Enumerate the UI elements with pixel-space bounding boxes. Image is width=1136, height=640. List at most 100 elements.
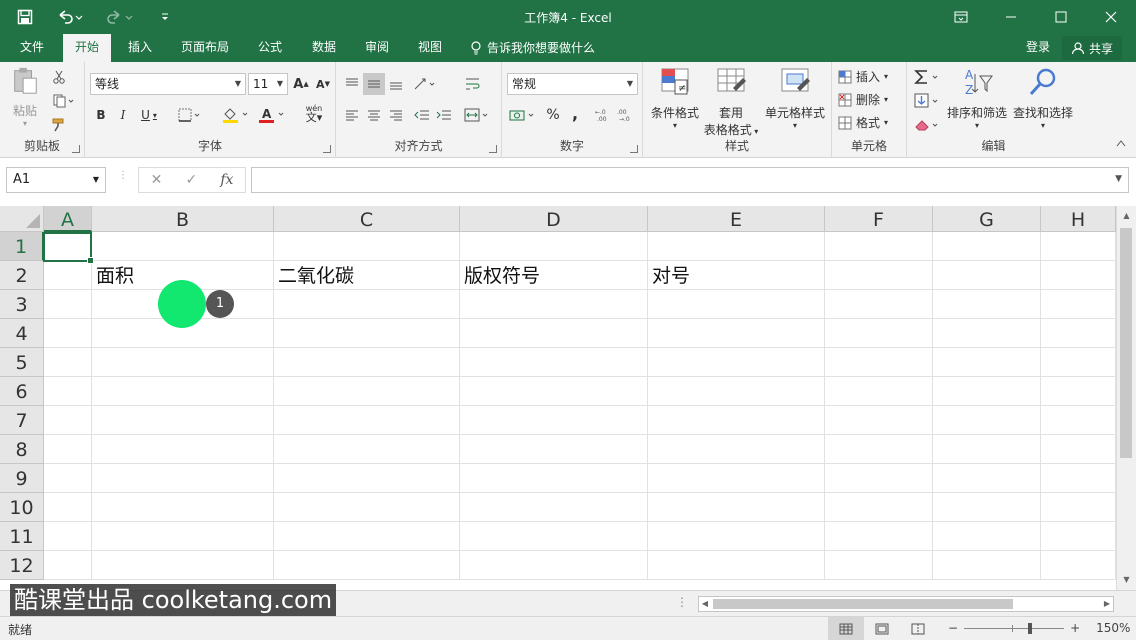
column-header-d[interactable]: D [460, 206, 648, 232]
grid-cell[interactable] [274, 435, 460, 464]
grid-cell[interactable] [933, 290, 1041, 319]
insert-cells-button[interactable]: 插入 ▾ [838, 68, 888, 85]
alignment-launcher[interactable] [489, 145, 497, 153]
fill-color-button[interactable] [219, 104, 253, 126]
cell-styles-button[interactable]: 单元格样式 ▾ [763, 66, 827, 130]
formula-bar-grip[interactable]: ⋮ [118, 171, 128, 181]
grid-cell[interactable] [825, 348, 933, 377]
grid-cell[interactable] [648, 232, 825, 261]
grid-cell[interactable] [44, 435, 92, 464]
row-header-10[interactable]: 10 [0, 493, 44, 522]
grid-cell[interactable] [460, 493, 648, 522]
grid-cell[interactable] [1041, 406, 1116, 435]
grid-cell[interactable] [44, 464, 92, 493]
column-header-e[interactable]: E [648, 206, 825, 232]
tell-me-box[interactable]: 告诉我你想要做什么 [470, 34, 595, 62]
tab-view[interactable]: 视图 [406, 34, 454, 62]
autosum-button[interactable] [912, 66, 944, 88]
page-break-view-button[interactable] [900, 617, 936, 640]
row-header-5[interactable]: 5 [0, 348, 44, 377]
grid-cell[interactable] [933, 261, 1041, 290]
font-size-select[interactable]: 11 ▼ [248, 73, 288, 95]
shrink-font-button[interactable]: A ▼ [312, 73, 334, 95]
conditional-formatting-button[interactable]: ≠ 条件格式 ▾ [647, 66, 703, 130]
row-header-6[interactable]: 6 [0, 377, 44, 406]
tab-page-layout[interactable]: 页面布局 [169, 34, 241, 62]
decrease-indent-button[interactable] [411, 104, 433, 126]
tab-insert[interactable]: 插入 [116, 34, 164, 62]
row-header-7[interactable]: 7 [0, 406, 44, 435]
cut-button[interactable] [48, 66, 70, 88]
font-color-button[interactable]: A [255, 104, 289, 126]
name-box[interactable]: A1 ▼ [6, 167, 106, 193]
fill-button[interactable] [912, 90, 944, 112]
bold-button[interactable]: B [90, 104, 112, 126]
grid-cell[interactable] [274, 319, 460, 348]
format-painter-button[interactable] [48, 114, 70, 136]
grid-cell[interactable] [648, 522, 825, 551]
row-header-4[interactable]: 4 [0, 319, 44, 348]
grow-font-button[interactable]: A ▲ [290, 73, 312, 95]
row-header-2[interactable]: 2 [0, 261, 44, 290]
row-header-12[interactable]: 12 [0, 551, 44, 580]
row-header-3[interactable]: 3 [0, 290, 44, 319]
increase-decimal-button[interactable]: ←.0.00 [592, 104, 614, 126]
grid-cell[interactable] [825, 406, 933, 435]
grid-cell[interactable] [825, 377, 933, 406]
grid-cell[interactable] [92, 522, 274, 551]
grid-cell[interactable] [1041, 464, 1116, 493]
align-left-button[interactable] [341, 104, 363, 126]
zoom-in-button[interactable]: + [1070, 621, 1080, 635]
grid-cell[interactable] [825, 290, 933, 319]
page-layout-view-button[interactable] [864, 617, 900, 640]
grid-cell[interactable] [933, 435, 1041, 464]
cell-c2[interactable]: 二氧化碳 [274, 261, 460, 290]
grid-cell[interactable] [1041, 319, 1116, 348]
grid-cell[interactable] [274, 377, 460, 406]
grid-cell[interactable] [825, 551, 933, 580]
grid-cell[interactable] [92, 493, 274, 522]
expand-formula-bar-icon[interactable]: ▼ [1115, 174, 1122, 184]
grid-cell[interactable] [44, 551, 92, 580]
grid-cell[interactable] [933, 522, 1041, 551]
tab-file[interactable]: 文件 [8, 34, 56, 62]
grid-cell[interactable] [460, 232, 648, 261]
grid-cell[interactable] [460, 435, 648, 464]
grid-cell[interactable] [933, 348, 1041, 377]
grid-cell[interactable] [1041, 261, 1116, 290]
grid-cell[interactable] [274, 232, 460, 261]
grid-cell[interactable] [1041, 551, 1116, 580]
format-cells-button[interactable]: 格式 ▾ [838, 114, 888, 131]
merge-center-button[interactable] [462, 104, 494, 126]
grid-cell[interactable] [44, 522, 92, 551]
grid-cell[interactable] [44, 261, 92, 290]
grid-cell[interactable] [825, 261, 933, 290]
zoom-level[interactable]: 150% [1096, 621, 1130, 635]
column-header-c[interactable]: C [274, 206, 460, 232]
grid-cell[interactable] [1041, 348, 1116, 377]
column-header-b[interactable]: B [92, 206, 274, 232]
grid-cell[interactable] [460, 319, 648, 348]
grid-cell[interactable] [648, 377, 825, 406]
column-header-g[interactable]: G [933, 206, 1041, 232]
grid-cell[interactable] [1041, 435, 1116, 464]
vertical-scroll-thumb[interactable] [1120, 228, 1132, 458]
font-name-select[interactable]: 等线 ▼ [90, 73, 246, 95]
grid-cell[interactable] [92, 464, 274, 493]
grid-cell[interactable] [825, 232, 933, 261]
clipboard-launcher[interactable] [72, 145, 80, 153]
grid-cell[interactable] [44, 348, 92, 377]
grid-cell[interactable] [274, 551, 460, 580]
grid-cell[interactable] [460, 348, 648, 377]
scroll-left-arrow[interactable]: ◀ [699, 597, 711, 611]
cell-d2[interactable]: 版权符号 [460, 261, 648, 290]
column-header-h[interactable]: H [1041, 206, 1116, 232]
grid-cell[interactable] [825, 493, 933, 522]
grid-cell[interactable] [648, 348, 825, 377]
grid-cell[interactable] [933, 319, 1041, 348]
grid-cell[interactable] [648, 464, 825, 493]
grid-cell[interactable] [44, 377, 92, 406]
row-header-11[interactable]: 11 [0, 522, 44, 551]
comma-button[interactable]: , [564, 102, 586, 124]
grid-cell[interactable] [1041, 522, 1116, 551]
